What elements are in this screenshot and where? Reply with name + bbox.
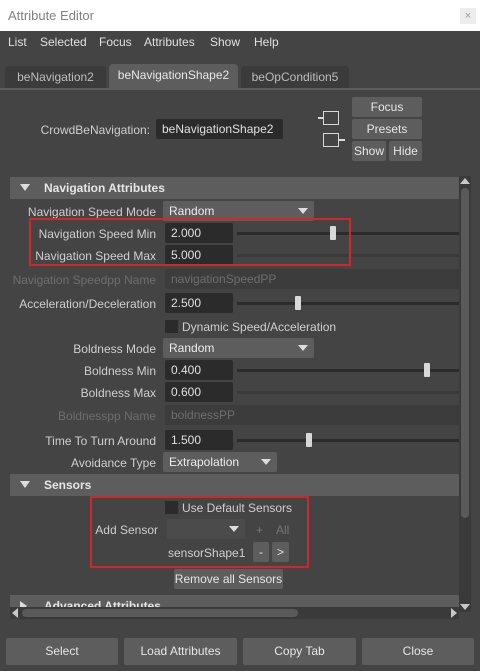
boldness-min-label: Boldness Min bbox=[83, 364, 156, 378]
acceleration-label: Acceleration/Deceleration bbox=[19, 297, 156, 311]
node-tabs: beNavigation2 beNavigationShape2 beOpCon… bbox=[0, 62, 480, 88]
load-attributes-button[interactable]: Load Attributes bbox=[124, 638, 237, 665]
menu-selected[interactable]: Selected bbox=[40, 35, 87, 49]
presets-button[interactable]: Presets bbox=[352, 119, 422, 139]
acceleration-slider-handle[interactable] bbox=[295, 296, 301, 310]
highlight-sensors bbox=[90, 496, 309, 568]
select-button[interactable]: Select bbox=[6, 638, 118, 665]
boldnesspp-name-label: Boldnesspp Name bbox=[57, 409, 156, 423]
tab-benavigationshape2[interactable]: beNavigationShape2 bbox=[109, 64, 238, 88]
output-connection-icon[interactable] bbox=[323, 133, 345, 147]
collapse-icon bbox=[20, 481, 30, 488]
tab-divider bbox=[0, 88, 480, 90]
boldness-mode-dropdown[interactable]: Random bbox=[163, 338, 314, 358]
boldness-max-slider[interactable] bbox=[237, 391, 459, 394]
menu-focus[interactable]: Focus bbox=[99, 35, 132, 49]
close-icon[interactable]: × bbox=[460, 8, 476, 24]
acceleration-slider[interactable] bbox=[237, 302, 459, 305]
scroll-thumb[interactable] bbox=[461, 188, 469, 518]
boldness-min-slider-handle[interactable] bbox=[424, 363, 430, 377]
close-button[interactable]: Close bbox=[362, 638, 474, 665]
acceleration-field[interactable]: 2.500 bbox=[165, 293, 233, 313]
bottom-bar: Select Load Attributes Copy Tab Close bbox=[0, 630, 480, 671]
speed-mode-label: Navigation Speed Mode bbox=[27, 205, 156, 219]
menu-show[interactable]: Show bbox=[210, 35, 240, 49]
boldness-mode-value: Random bbox=[169, 341, 215, 355]
copy-tab-button[interactable]: Copy Tab bbox=[243, 638, 356, 665]
tab-beopcondition5[interactable]: beOpCondition5 bbox=[241, 66, 349, 88]
chevron-down-icon bbox=[261, 459, 271, 465]
scroll-down-icon[interactable] bbox=[460, 604, 470, 610]
boldness-max-label: Boldness Max bbox=[80, 386, 156, 400]
input-connection-icon[interactable] bbox=[318, 111, 339, 125]
collapse-icon bbox=[20, 184, 30, 191]
tab-benavigation2[interactable]: beNavigation2 bbox=[5, 66, 106, 88]
title-bar: Attribute Editor × bbox=[0, 0, 480, 31]
boldness-min-field[interactable]: 0.400 bbox=[165, 360, 233, 380]
focus-button[interactable]: Focus bbox=[352, 97, 422, 117]
menu-list[interactable]: List bbox=[8, 35, 27, 49]
avoidance-type-label: Avoidance Type bbox=[71, 456, 156, 470]
scroll-right-icon[interactable] bbox=[451, 608, 457, 618]
sensors-header[interactable]: Sensors bbox=[10, 474, 459, 496]
scroll-thumb[interactable] bbox=[22, 609, 298, 617]
scroll-left-icon[interactable] bbox=[12, 608, 18, 618]
menu-attributes[interactable]: Attributes bbox=[144, 35, 195, 49]
navigation-attributes-header[interactable]: Navigation Attributes bbox=[10, 177, 459, 199]
vertical-scrollbar[interactable] bbox=[459, 176, 471, 612]
chevron-down-icon bbox=[298, 345, 308, 351]
section-title: Sensors bbox=[44, 478, 92, 492]
menu-help[interactable]: Help bbox=[254, 35, 279, 49]
turn-around-label: Time To Turn Around bbox=[45, 434, 156, 448]
boldness-mode-label: Boldness Mode bbox=[73, 342, 156, 356]
turn-around-field[interactable]: 1.500 bbox=[165, 430, 233, 450]
speedpp-name-label: Navigation Speedpp Name bbox=[12, 273, 156, 287]
horizontal-scrollbar[interactable] bbox=[10, 607, 459, 619]
speed-mode-value: Random bbox=[169, 204, 215, 218]
window-title: Attribute Editor bbox=[8, 8, 94, 23]
chevron-down-icon bbox=[298, 208, 308, 214]
show-button[interactable]: Show bbox=[352, 141, 386, 161]
avoidance-type-value: Extrapolation bbox=[169, 455, 240, 469]
hide-button[interactable]: Hide bbox=[389, 141, 422, 161]
highlight-speed-range bbox=[29, 218, 351, 266]
avoidance-type-dropdown[interactable]: Extrapolation bbox=[163, 452, 277, 472]
menu-bar: List Selected Focus Attributes Show Help bbox=[0, 31, 480, 53]
node-name-field[interactable]: beNavigationShape2 bbox=[156, 119, 283, 139]
speedpp-name-field[interactable]: navigationSpeedPP bbox=[165, 269, 459, 289]
boldnesspp-name-field[interactable]: boldnessPP bbox=[165, 405, 459, 425]
section-title: Navigation Attributes bbox=[44, 181, 165, 195]
dynamic-speed-label: Dynamic Speed/Acceleration bbox=[182, 320, 337, 334]
remove-all-sensors-button[interactable]: Remove all Sensors bbox=[174, 569, 283, 589]
scroll-up-icon[interactable] bbox=[460, 178, 470, 184]
turn-around-slider-handle[interactable] bbox=[306, 433, 312, 447]
boldness-max-field[interactable]: 0.600 bbox=[165, 382, 233, 402]
turn-around-slider[interactable] bbox=[237, 439, 459, 442]
dynamic-speed-checkbox[interactable] bbox=[165, 320, 178, 333]
node-type-label: CrowdBeNavigation: bbox=[40, 123, 150, 137]
